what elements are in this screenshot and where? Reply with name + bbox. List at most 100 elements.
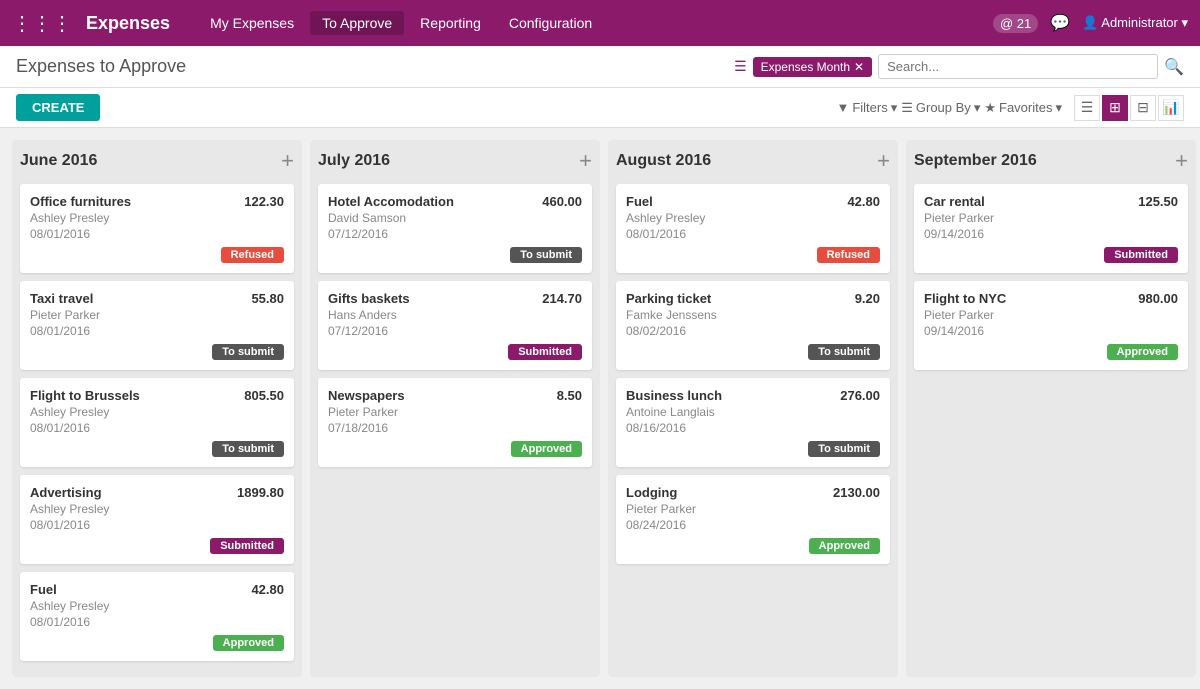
card-bottom-row: Approved [626, 538, 880, 554]
card-september2016-0[interactable]: Car rental125.50Pieter Parker09/14/2016S… [914, 184, 1188, 273]
card-person: Antoine Langlais [626, 405, 880, 419]
list-view-icon[interactable]: ☰ [1074, 95, 1100, 121]
card-august2016-2[interactable]: Business lunch276.00Antoine Langlais08/1… [616, 378, 890, 467]
col-add-july2016[interactable]: + [579, 150, 592, 172]
card-july2016-0[interactable]: Hotel Accomodation460.00David Samson07/1… [318, 184, 592, 273]
card-name: Fuel [30, 582, 57, 597]
card-date: 07/12/2016 [328, 227, 582, 241]
col-header-august2016: August 2016+ [616, 148, 890, 174]
nav-reporting[interactable]: Reporting [408, 11, 493, 35]
grid-menu-icon[interactable]: ⋮⋮⋮ [12, 11, 72, 36]
card-name: Car rental [924, 194, 985, 209]
card-bottom-row: Refused [626, 247, 880, 263]
col-add-september2016[interactable]: + [1175, 150, 1188, 172]
card-top-row: Fuel42.80 [626, 194, 880, 209]
card-name: Lodging [626, 485, 677, 500]
card-name: Fuel [626, 194, 653, 209]
card-name: Parking ticket [626, 291, 711, 306]
card-june2016-0[interactable]: Office furnitures122.30Ashley Presley08/… [20, 184, 294, 273]
kanban-view-icon[interactable]: ⊞ [1102, 95, 1128, 121]
card-name: Newspapers [328, 388, 405, 403]
card-name: Advertising [30, 485, 102, 500]
card-june2016-2[interactable]: Flight to Brussels805.50Ashley Presley08… [20, 378, 294, 467]
nav-links: My Expenses To Approve Reporting Configu… [198, 11, 985, 35]
card-person: Pieter Parker [626, 502, 880, 516]
card-name: Hotel Accomodation [328, 194, 454, 209]
notification-badge[interactable]: @ 21 [993, 14, 1038, 33]
card-june2016-4[interactable]: Fuel42.80Ashley Presley08/01/2016Approve… [20, 572, 294, 661]
filter-tag[interactable]: Expenses Month ✕ [753, 57, 872, 77]
col-add-august2016[interactable]: + [877, 150, 890, 172]
top-navigation: ⋮⋮⋮ Expenses My Expenses To Approve Repo… [0, 0, 1200, 46]
card-june2016-3[interactable]: Advertising1899.80 Ashley Presley 08/01/20… [20, 475, 294, 564]
col-header-june2016: June 2016 + [20, 148, 294, 174]
card-date: 09/14/2016 [924, 227, 1178, 241]
status-badge: Submitted [210, 538, 284, 554]
search-bar: ☰ Expenses Month ✕ 🔍 [734, 54, 1184, 79]
col-title-september2016: September 2016 [914, 152, 1037, 170]
card-july2016-1[interactable]: Gifts baskets214.70Hans Anders07/12/2016… [318, 281, 592, 370]
kanban-board: June 2016 + Office furnitures122.30 Ashley … [0, 128, 1200, 689]
status-badge: To submit [808, 441, 880, 457]
card-amount: 2130.00 [833, 485, 880, 500]
nav-to-approve[interactable]: To Approve [310, 11, 404, 35]
card-person: Ashley Presley [30, 211, 284, 225]
card-bottom-row: Submitted [924, 247, 1178, 263]
col-title-june2016: June 2016 [20, 152, 97, 170]
card-date: 08/01/2016 [30, 518, 284, 532]
chart-view-icon[interactable]: 📊 [1158, 95, 1184, 121]
card-top-row: Hotel Accomodation 460.00 [328, 194, 582, 209]
create-button[interactable]: CREATE [16, 94, 100, 121]
card-amount: 42.80 [251, 582, 284, 597]
chat-icon[interactable]: 💬 [1050, 13, 1070, 33]
col-add-june2016[interactable]: + [281, 150, 294, 172]
card-top-row: Office furnitures122.30 [30, 194, 284, 209]
status-badge: Submitted [508, 344, 582, 360]
card-august2016-0[interactable]: Fuel42.80Ashley Presley08/01/2016Refused [616, 184, 890, 273]
card-amount: 9.20 [855, 291, 880, 306]
card-name: Taxi travel [30, 291, 93, 306]
card-date: 09/14/2016 [924, 324, 1178, 338]
card-date: 07/18/2016 [328, 421, 582, 435]
card-amount: 125.50 [1138, 194, 1178, 209]
user-menu[interactable]: 👤 Administrator ▾ [1082, 15, 1188, 31]
card-person: Ashley Presley [30, 599, 284, 613]
card-name: Flight to NYC [924, 291, 1006, 306]
status-badge: Refused [221, 247, 284, 263]
col-title-july2016: July 2016 [318, 152, 390, 170]
card-bottom-row: Submitted [30, 538, 284, 554]
card-july2016-2[interactable]: Newspapers8.50Pieter Parker07/18/2016App… [318, 378, 592, 467]
card-august2016-3[interactable]: Lodging2130.00Pieter Parker08/24/2016App… [616, 475, 890, 564]
status-badge: Approved [1107, 344, 1178, 360]
card-september2016-1[interactable]: Flight to NYC980.00Pieter Parker09/14/20… [914, 281, 1188, 370]
status-badge: Approved [809, 538, 880, 554]
status-badge: To submit [212, 344, 284, 360]
card-person: Ashley Presley [30, 502, 284, 516]
card-person: Famke Jenssens [626, 308, 880, 322]
card-august2016-1[interactable]: Parking ticket9.20Famke Jenssens08/02/20… [616, 281, 890, 370]
status-badge: Approved [213, 635, 284, 651]
search-icon[interactable]: 🔍 [1164, 57, 1184, 77]
card-amount: 805.50 [244, 388, 284, 403]
card-june2016-1[interactable]: Taxi travel55.80Pieter Parker08/01/2016T… [20, 281, 294, 370]
card-bottom-row: Approved [328, 441, 582, 457]
kanban-col-august2016: August 2016+ Fuel42.80Ashley Presley08/01… [608, 140, 898, 677]
groupby-icon: ☰ [901, 100, 913, 116]
grid-view-icon[interactable]: ⊟ [1130, 95, 1156, 121]
filters-button[interactable]: ▼ Filters ▾ [836, 100, 897, 116]
nav-my-expenses[interactable]: My Expenses [198, 11, 306, 35]
favorites-button[interactable]: ★ Favorites ▾ [984, 100, 1062, 116]
card-amount: 460.00 [542, 194, 582, 209]
filter-tag-close[interactable]: ✕ [854, 60, 864, 74]
app-logo: Expenses [86, 13, 170, 34]
card-bottom-row: Approved [924, 344, 1178, 360]
subheader: Expenses to Approve ☰ Expenses Month ✕ 🔍 [0, 46, 1200, 88]
search-input[interactable] [878, 54, 1158, 79]
nav-configuration[interactable]: Configuration [497, 11, 604, 35]
card-top-row: Advertising1899.80 [30, 485, 284, 500]
card-top-row: Newspapers8.50 [328, 388, 582, 403]
card-top-row: Business lunch276.00 [626, 388, 880, 403]
filter-icon: ▼ [836, 100, 849, 115]
card-top-row: Flight to NYC980.00 [924, 291, 1178, 306]
groupby-button[interactable]: ☰ Group By ▾ [901, 100, 980, 116]
